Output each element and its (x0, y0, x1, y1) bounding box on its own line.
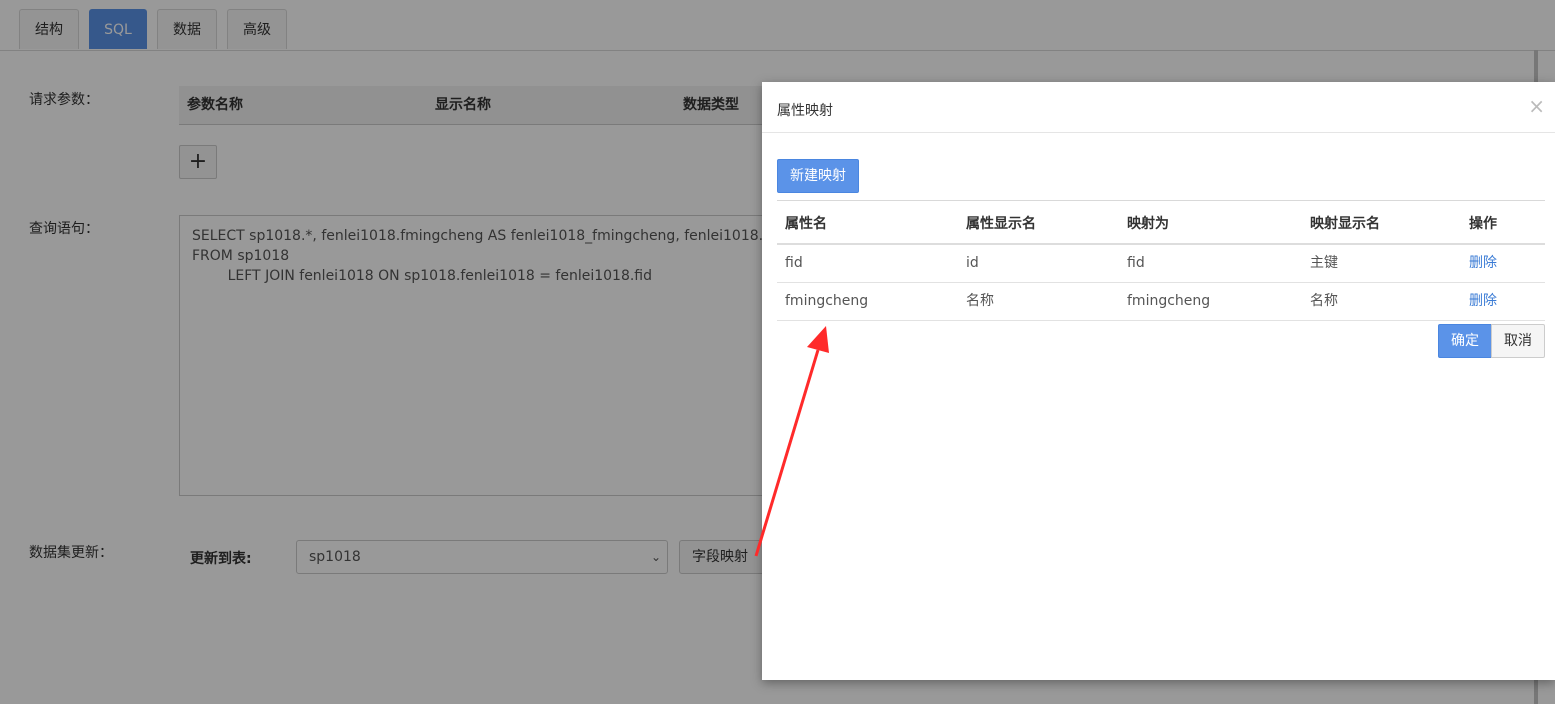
table-row: fmingcheng 名称 fmingcheng 名称 删除 (777, 283, 1545, 321)
cell-attr-name: fid (785, 255, 803, 271)
confirm-button[interactable]: 确定 (1438, 324, 1492, 358)
cell-map-display: 主键 (1310, 255, 1338, 271)
new-mapping-button[interactable]: 新建映射 (777, 159, 859, 193)
col-map-to: 映射为 (1127, 216, 1169, 232)
attribute-mapping-dialog: 属性映射 × 新建映射 属性名 属性显示名 映射为 映射显示名 操作 fid i… (762, 82, 1555, 680)
cell-attr-display: 名称 (966, 293, 994, 309)
dialog-divider (762, 132, 1555, 133)
cell-map-to: fid (1127, 255, 1145, 271)
table-row: fid id fid 主键 删除 (777, 245, 1545, 283)
cell-map-to: fmingcheng (1127, 293, 1211, 309)
cell-attr-display: id (966, 255, 979, 271)
col-action: 操作 (1469, 216, 1497, 232)
col-attr-display: 属性显示名 (966, 216, 1036, 232)
cell-map-display: 名称 (1310, 293, 1338, 309)
col-map-display: 映射显示名 (1310, 216, 1380, 232)
col-attr-name: 属性名 (785, 216, 827, 232)
delete-link[interactable]: 删除 (1469, 283, 1497, 320)
delete-link[interactable]: 删除 (1469, 245, 1497, 282)
cell-attr-name: fmingcheng (785, 293, 869, 309)
close-icon[interactable]: × (1528, 94, 1545, 118)
cancel-button[interactable]: 取消 (1491, 324, 1545, 358)
dialog-title: 属性映射 (777, 103, 833, 119)
mapping-table: 属性名 属性显示名 映射为 映射显示名 操作 fid id fid 主键 删除 … (777, 200, 1545, 321)
mapping-table-header: 属性名 属性显示名 映射为 映射显示名 操作 (777, 200, 1545, 245)
